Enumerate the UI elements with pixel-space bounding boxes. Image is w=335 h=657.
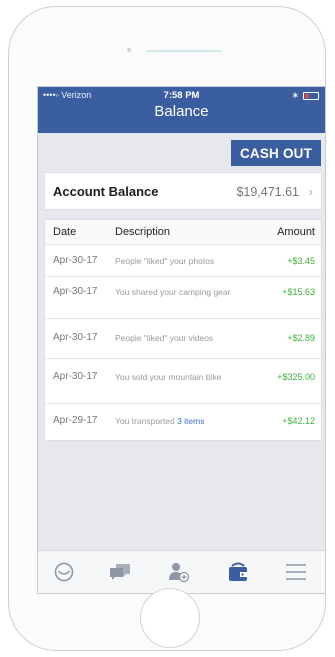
- wallet-icon: [229, 562, 247, 581]
- account-balance-row[interactable]: Account Balance $19,471.61 ›: [44, 172, 322, 210]
- earpiece-speaker: [146, 50, 222, 52]
- tab-home[interactable]: [52, 560, 76, 584]
- tab-wallet[interactable]: [226, 560, 250, 584]
- header-amount: Amount: [277, 226, 315, 238]
- tab-add-friend[interactable]: [167, 560, 191, 584]
- home-button[interactable]: [140, 588, 200, 648]
- front-camera: [127, 48, 131, 52]
- clock: 7:58 PM: [163, 90, 200, 101]
- row-amount: +$3.45: [287, 256, 315, 266]
- tab-menu[interactable]: [284, 560, 308, 584]
- table-row: Apr-30-17 People "liked" your photos +$3…: [45, 245, 321, 277]
- bluetooth-icon: ∗: [291, 90, 299, 100]
- account-balance-label: Account Balance: [53, 184, 159, 199]
- row-description: People "liked" your photos: [115, 256, 215, 266]
- table-row: Apr-30-17 You shared your camping gear +…: [45, 277, 321, 319]
- header-date: Date: [53, 226, 77, 238]
- battery-icon: [303, 91, 319, 100]
- row-description-text: You transported: [115, 416, 178, 426]
- table-header: Date Description Amount: [45, 220, 321, 245]
- row-description: You shared your camping gear: [115, 287, 231, 297]
- cash-out-button[interactable]: CASH OUT: [231, 140, 321, 166]
- hamburger-menu-icon: [286, 564, 306, 580]
- row-date: Apr-30-17: [53, 286, 98, 297]
- transported-items-link[interactable]: 3 items: [177, 416, 204, 426]
- status-icons: ∗: [291, 90, 319, 101]
- phone-frame: ••••◦ Verizon 7:58 PM ∗ Balance CASH OUT…: [8, 6, 326, 651]
- table-row: Apr-29-17 You transported 3 items +$42.1…: [45, 404, 321, 440]
- row-description: You sold your mountain bike: [115, 372, 222, 382]
- row-date: Apr-29-17: [53, 415, 98, 426]
- row-date: Apr-30-17: [53, 255, 98, 266]
- row-date: Apr-30-17: [53, 332, 98, 343]
- row-amount: +$15.63: [282, 287, 315, 297]
- tab-messages[interactable]: [108, 560, 132, 584]
- row-amount: +$325.00: [277, 372, 315, 382]
- chat-bubbles-icon: [110, 564, 130, 580]
- app-screen: ••••◦ Verizon 7:58 PM ∗ Balance CASH OUT…: [37, 86, 326, 594]
- navigation-bar: ••••◦ Verizon 7:58 PM ∗ Balance: [38, 87, 325, 133]
- row-date: Apr-30-17: [53, 371, 98, 382]
- row-amount: +$42.12: [282, 416, 315, 426]
- row-amount: +$2.89: [287, 333, 315, 343]
- chevron-right-icon: ›: [308, 184, 313, 199]
- row-description: You transported 3 items: [115, 416, 245, 426]
- account-balance-value: $19,471.61: [236, 185, 299, 199]
- smile-icon: [54, 562, 74, 582]
- header-description: Description: [115, 226, 171, 238]
- table-row: Apr-30-17 You sold your mountain bike +$…: [45, 359, 321, 404]
- table-row: Apr-30-17 People "liked" your videos +$2…: [45, 319, 321, 359]
- tab-bar: [38, 550, 325, 593]
- page-title: Balance: [154, 103, 209, 120]
- add-person-icon: [169, 563, 190, 583]
- transactions-table: Date Description Amount Apr-30-17 People…: [44, 219, 322, 441]
- row-description: People "liked" your videos: [115, 333, 214, 343]
